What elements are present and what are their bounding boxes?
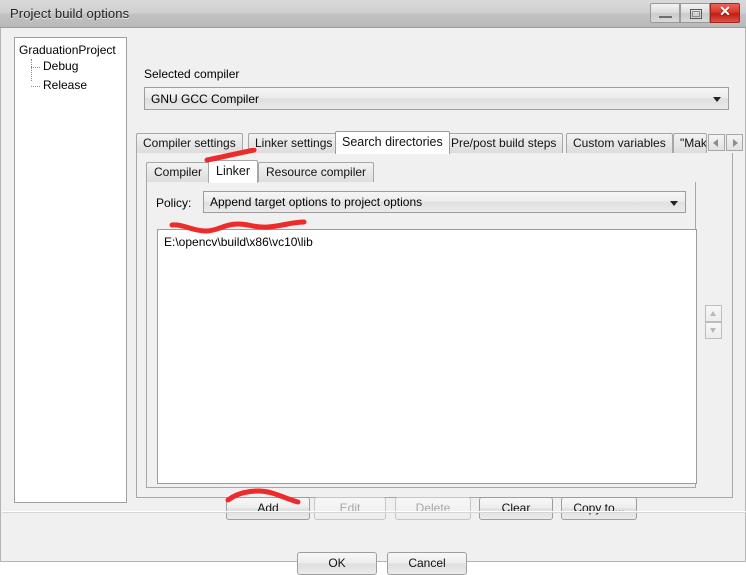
tab-compiler-settings[interactable]: Compiler settings: [136, 133, 243, 153]
search-directories-list[interactable]: E:\opencv\build\x86\vc10\lib: [157, 229, 697, 484]
clear-button[interactable]: Clear: [479, 497, 553, 520]
reorder-buttons: [705, 305, 722, 340]
build-target-tree[interactable]: GraduationProject Debug Release: [14, 37, 127, 503]
chevron-left-icon: [713, 139, 718, 147]
arrow-down-icon: [710, 328, 716, 333]
cancel-button[interactable]: Cancel: [387, 552, 467, 575]
tab-linker-settings[interactable]: Linker settings: [248, 133, 340, 153]
chevron-down-icon: [670, 201, 678, 206]
policy-select[interactable]: Append target options to project options: [203, 191, 686, 213]
title-bar[interactable]: Project build options ✕: [0, 0, 746, 28]
policy-label: Policy:: [156, 196, 192, 210]
edit-button: Edit: [314, 497, 386, 520]
subtab-resource-compiler[interactable]: Resource compiler: [258, 162, 375, 182]
move-down-button[interactable]: [705, 322, 722, 339]
tree-item-project[interactable]: GraduationProject: [19, 43, 116, 57]
tab-search-directories[interactable]: Search directories: [335, 131, 450, 154]
close-icon: ✕: [719, 5, 731, 20]
compiler-select[interactable]: GNU GCC Compiler: [144, 87, 729, 110]
arrow-up-icon: [710, 311, 716, 316]
chevron-right-icon: [733, 139, 738, 147]
dialog-client-area: GraduationProject Debug Release Selected…: [0, 28, 746, 575]
tab-prepost-build-steps[interactable]: Pre/post build steps: [444, 133, 564, 153]
subtab-compiler[interactable]: Compiler: [146, 162, 211, 182]
list-item[interactable]: E:\opencv\build\x86\vc10\lib: [164, 235, 313, 249]
policy-select-value: Append target options to project options: [210, 195, 423, 209]
chevron-down-icon: [713, 97, 721, 102]
add-button[interactable]: Add: [226, 497, 310, 520]
tree-item-release[interactable]: Release: [31, 78, 87, 92]
minimize-button[interactable]: [650, 3, 680, 23]
move-up-button[interactable]: [705, 305, 722, 322]
tree-item-debug[interactable]: Debug: [31, 59, 78, 73]
ok-button[interactable]: OK: [297, 552, 377, 575]
delete-button: Delete: [395, 497, 471, 520]
tab-scroll-right-button[interactable]: [726, 134, 743, 151]
maximize-button[interactable]: [680, 3, 710, 23]
tab-custom-variables[interactable]: Custom variables: [566, 133, 673, 153]
footer-separator: [2, 511, 746, 513]
tab-scroll-left-button[interactable]: [708, 134, 725, 151]
minimize-icon: [659, 16, 672, 18]
selected-compiler-label: Selected compiler: [144, 67, 240, 81]
copy-to-button[interactable]: Copy to...: [561, 497, 637, 520]
compiler-select-value: GNU GCC Compiler: [151, 92, 260, 106]
close-button[interactable]: ✕: [710, 3, 740, 23]
subtab-linker[interactable]: Linker: [208, 160, 259, 183]
project-build-options-dialog: Project build options ✕ GraduationProjec…: [0, 0, 746, 575]
build-options-tabs[interactable]: Compiler settings Linker settings Search…: [136, 131, 743, 154]
tab-makefile-truncated[interactable]: "Mak: [673, 133, 707, 153]
search-directories-subtabs[interactable]: Compiler Linker Resource compiler: [146, 160, 706, 183]
window-title: Project build options: [10, 6, 130, 21]
maximize-icon: [690, 9, 702, 19]
